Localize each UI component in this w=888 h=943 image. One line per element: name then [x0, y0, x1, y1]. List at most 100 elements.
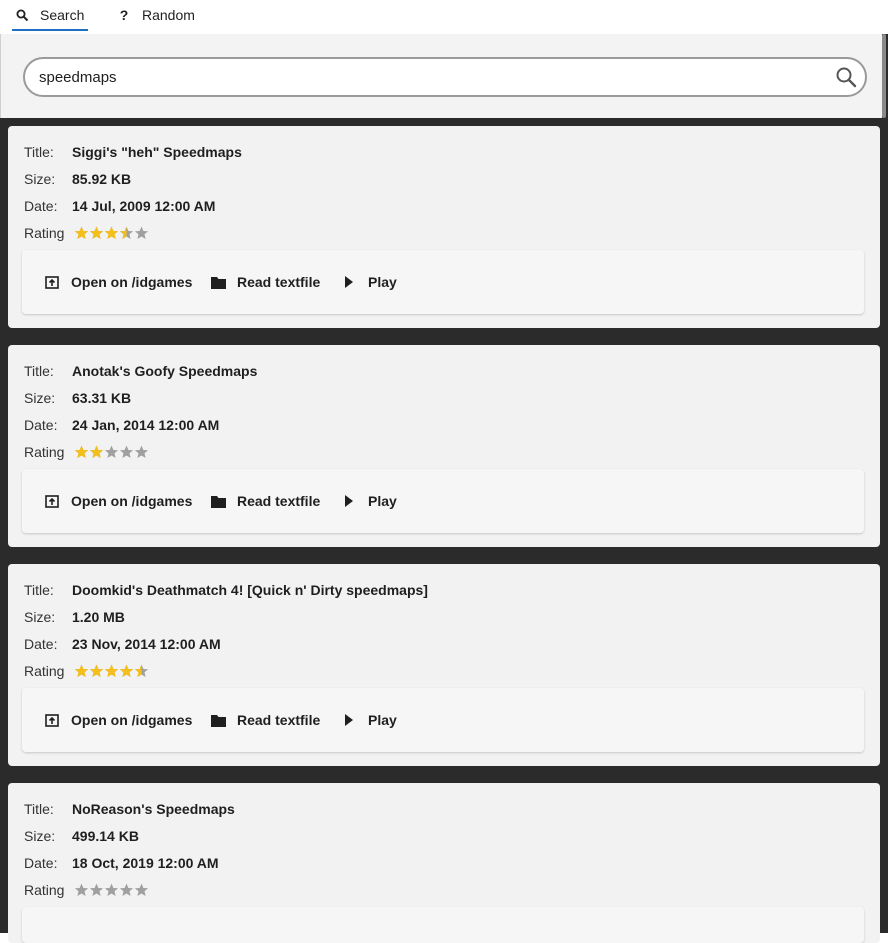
size-label: Size: [24, 390, 56, 406]
tab-random[interactable]: ? Random [116, 0, 195, 30]
tab-bar: Search ? Random [0, 0, 888, 34]
play-label: Play [368, 493, 397, 509]
play-button[interactable]: Play [341, 710, 397, 730]
star-icon [74, 226, 89, 240]
star-icon [74, 883, 89, 897]
rating-stars [74, 226, 149, 240]
rating-stars [74, 445, 149, 459]
search-area [0, 34, 882, 118]
result-size: 85.92 KB [72, 171, 132, 187]
rating-label: Rating [24, 882, 65, 898]
title-label: Title: [24, 363, 54, 379]
star-icon [134, 445, 149, 459]
result-size: 63.31 KB [72, 390, 132, 406]
action-bar [22, 907, 864, 943]
search-icon [14, 9, 30, 22]
result-size: 499.14 KB [72, 828, 139, 844]
star-icon [134, 883, 149, 897]
result-title: NoReason's Speedmaps [72, 801, 235, 817]
star-icon [89, 226, 104, 240]
open-external-icon [44, 493, 60, 509]
file-icon [210, 712, 226, 728]
read-textfile-button[interactable]: Read textfile [210, 272, 320, 292]
result-card: Title: Doomkid's Deathmatch 4! [Quick n' … [8, 564, 880, 766]
action-bar: Open on /idgames Read textfile Play [22, 688, 864, 752]
search-input[interactable] [39, 59, 819, 95]
star-icon [89, 664, 104, 678]
read-textfile-label: Read textfile [237, 493, 321, 509]
read-textfile-label: Read textfile [237, 712, 321, 728]
result-size: 1.20 MB [72, 609, 125, 625]
star-icon [134, 226, 149, 240]
play-icon [341, 274, 357, 290]
play-label: Play [368, 712, 397, 728]
star-icon [134, 664, 149, 678]
play-button[interactable]: Play [341, 272, 397, 292]
play-icon [341, 712, 357, 728]
star-icon [74, 664, 89, 678]
rating-stars [74, 664, 149, 678]
scrollbar[interactable] [882, 34, 886, 118]
open-idgames-button[interactable]: Open on /idgames [44, 491, 192, 511]
date-label: Date: [24, 636, 58, 652]
search-submit-icon[interactable] [835, 66, 857, 88]
title-label: Title: [24, 582, 54, 598]
open-idgames-label: Open on /idgames [71, 274, 193, 290]
rating-label: Rating [24, 225, 65, 241]
size-label: Size: [24, 171, 56, 187]
date-label: Date: [24, 198, 58, 214]
star-icon [104, 445, 119, 459]
read-textfile-button[interactable]: Read textfile [210, 491, 320, 511]
read-textfile-button[interactable]: Read textfile [210, 710, 320, 730]
result-date: 24 Jan, 2014 12:00 AM [72, 417, 220, 433]
open-idgames-button[interactable]: Open on /idgames [44, 272, 192, 292]
star-icon [104, 226, 119, 240]
rating-label: Rating [24, 663, 65, 679]
tab-search-label: Search [40, 7, 85, 23]
results-panel: Title: Siggi's "heh" Speedmaps Size: 85.92… [0, 34, 888, 943]
star-icon [119, 226, 134, 240]
tab-search[interactable]: Search [12, 0, 88, 31]
open-external-icon [44, 712, 60, 728]
result-date: 14 Jul, 2009 12:00 AM [72, 198, 216, 214]
tab-random-label: Random [142, 7, 195, 23]
star-icon [89, 883, 104, 897]
result-title: Doomkid's Deathmatch 4! [Quick n' Dirty … [72, 582, 428, 598]
date-label: Date: [24, 417, 58, 433]
size-label: Size: [24, 609, 56, 625]
star-icon [104, 883, 119, 897]
result-title: Siggi's "heh" Speedmaps [72, 144, 242, 160]
file-icon [210, 493, 226, 509]
play-label: Play [368, 274, 397, 290]
open-external-icon [44, 274, 60, 290]
result-card: Title: Siggi's "heh" Speedmaps Size: 85.92… [8, 126, 880, 328]
result-date: 18 Oct, 2019 12:00 AM [72, 855, 219, 871]
question-icon: ? [119, 7, 129, 23]
result-card: Title: NoReason's Speedmaps Size: 499.14 K… [8, 783, 880, 943]
result-date: 23 Nov, 2014 12:00 AM [72, 636, 221, 652]
star-icon [74, 445, 89, 459]
date-label: Date: [24, 855, 58, 871]
play-icon [341, 493, 357, 509]
result-card: Title: Anotak's Goofy Speedmaps Size: 63.3… [8, 345, 880, 547]
action-bar: Open on /idgames Read textfile Play [22, 250, 864, 314]
action-bar: Open on /idgames Read textfile Play [22, 469, 864, 533]
star-icon [119, 445, 134, 459]
search-box [23, 57, 867, 97]
tab-active-indicator [12, 29, 88, 31]
title-label: Title: [24, 144, 54, 160]
result-title: Anotak's Goofy Speedmaps [72, 363, 258, 379]
play-button[interactable]: Play [341, 491, 397, 511]
rating-stars [74, 883, 149, 897]
star-icon [104, 664, 119, 678]
star-icon [119, 883, 134, 897]
rating-label: Rating [24, 444, 65, 460]
file-icon [210, 274, 226, 290]
star-icon [119, 664, 134, 678]
open-idgames-label: Open on /idgames [71, 712, 193, 728]
open-idgames-label: Open on /idgames [71, 493, 193, 509]
star-icon [89, 445, 104, 459]
title-label: Title: [24, 801, 54, 817]
open-idgames-button[interactable]: Open on /idgames [44, 710, 192, 730]
size-label: Size: [24, 828, 56, 844]
